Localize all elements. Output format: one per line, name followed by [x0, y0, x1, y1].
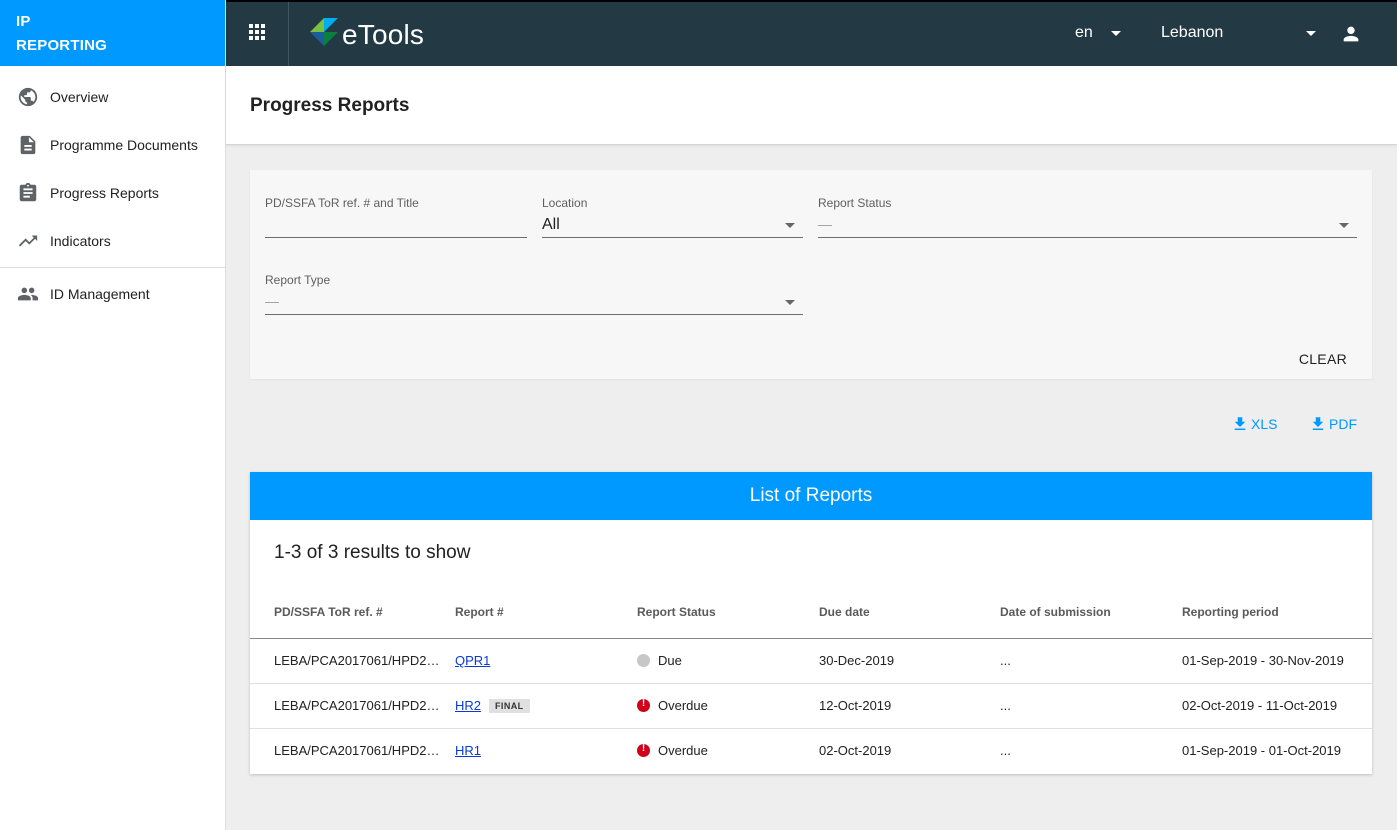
- cell-due-date: 30-Dec-2019: [819, 653, 895, 668]
- column-header-period[interactable]: Reporting period: [1182, 605, 1279, 619]
- report-link[interactable]: HR2: [455, 698, 481, 713]
- ref-title-filter-label: PD/SSFA ToR ref. # and Title: [265, 196, 419, 210]
- cell-status: Overdue: [637, 743, 708, 758]
- cell-status: Overdue: [637, 698, 708, 713]
- apps-menu-button[interactable]: [226, 2, 289, 66]
- location-filter-value: All: [542, 216, 560, 233]
- reports-card-heading: List of Reports: [250, 472, 1372, 520]
- report-link[interactable]: QPR1: [455, 653, 490, 668]
- sidebar-item-label: Indicators: [50, 233, 111, 249]
- app-name: eTools: [342, 18, 425, 50]
- country-value: Lebanon: [1161, 24, 1224, 41]
- account-icon: [1340, 26, 1362, 49]
- table-row: LEBA/PCA2017061/HPD2… QPR1 Due 30-Dec-20…: [250, 639, 1372, 684]
- location-filter-label: Location: [542, 196, 588, 210]
- globe-icon: [17, 86, 39, 108]
- country-dropdown[interactable]: Lebanon: [1161, 24, 1316, 42]
- report-type-filter-label: Report Type: [265, 273, 331, 287]
- sidebar-nav: Overview Programme Documents Progress Re…: [0, 66, 225, 318]
- cell-ref: LEBA/PCA2017061/HPD2…: [274, 743, 440, 758]
- sidebar: IP REPORTING Overview Programme Document…: [0, 0, 226, 830]
- column-header-submission[interactable]: Date of submission: [1000, 605, 1111, 619]
- top-app-bar: eTools en Lebanon: [226, 0, 1397, 66]
- column-header-due-date[interactable]: Due date: [819, 605, 870, 619]
- cell-due-date: 12-Oct-2019: [819, 698, 892, 713]
- language-value: en: [1075, 24, 1093, 41]
- page-header: Progress Reports: [226, 66, 1397, 145]
- app-brand[interactable]: IP REPORTING: [0, 0, 225, 66]
- chevron-down-icon: [1339, 223, 1349, 228]
- cell-period: 02-Oct-2019 - 11-Oct-2019: [1182, 698, 1338, 713]
- cell-status: Due: [637, 653, 682, 668]
- table-header: PD/SSFA ToR ref. # Report # Report Statu…: [250, 590, 1372, 639]
- sidebar-item-label: ID Management: [50, 286, 150, 302]
- final-badge: FINAL: [489, 699, 530, 713]
- report-type-filter-value: —: [265, 293, 279, 309]
- cell-period: 01-Sep-2019 - 01-Oct-2019: [1182, 743, 1341, 758]
- cell-due-date: 02-Oct-2019: [819, 743, 892, 758]
- brand-line-1: IP: [16, 13, 31, 30]
- document-icon: [17, 134, 39, 156]
- export-xls-button[interactable]: XLS: [1231, 415, 1277, 433]
- status-overdue-icon: [637, 698, 650, 712]
- report-status-filter-value: —: [818, 216, 832, 232]
- page-title: Progress Reports: [250, 95, 410, 116]
- table-row: LEBA/PCA2017061/HPD2… HR2 FINAL Overdue 1…: [250, 684, 1372, 729]
- reports-card: List of Reports 1-3 of 3 results to show…: [250, 472, 1372, 774]
- export-pdf-label: PDF: [1329, 416, 1357, 432]
- sidebar-item-progress-reports[interactable]: Progress Reports: [0, 169, 225, 217]
- cell-submission: ...: [1000, 743, 1011, 758]
- clear-filters-button[interactable]: CLEAR: [1299, 351, 1347, 367]
- etools-logo[interactable]: eTools: [308, 16, 424, 53]
- chevron-down-icon: [1306, 30, 1316, 36]
- etools-logo-icon: [308, 16, 340, 53]
- chevron-down-icon: [785, 300, 795, 305]
- sidebar-item-id-management[interactable]: ID Management: [0, 270, 225, 318]
- filters-panel: PD/SSFA ToR ref. # and Title Location Al…: [250, 170, 1372, 379]
- export-pdf-button[interactable]: PDF: [1309, 415, 1357, 433]
- ref-title-filter[interactable]: PD/SSFA ToR ref. # and Title: [265, 196, 527, 238]
- report-status-filter-label: Report Status: [818, 196, 892, 210]
- status-text: Due: [658, 653, 682, 668]
- download-icon: [1234, 417, 1246, 430]
- cell-submission: ...: [1000, 698, 1011, 713]
- cell-ref: LEBA/PCA2017061/HPD2…: [274, 698, 440, 713]
- chevron-down-icon: [785, 223, 795, 228]
- status-overdue-icon: [637, 743, 650, 757]
- report-link[interactable]: HR1: [455, 743, 481, 758]
- brand-line-2: REPORTING: [16, 37, 107, 54]
- cell-period: 01-Sep-2019 - 30-Nov-2019: [1182, 653, 1344, 668]
- account-button[interactable]: [1340, 23, 1362, 50]
- sidebar-item-label: Overview: [50, 89, 109, 105]
- apps-grid-icon: [248, 23, 266, 46]
- trending-up-icon: [17, 230, 39, 252]
- column-header-ref[interactable]: PD/SSFA ToR ref. #: [274, 605, 383, 619]
- export-xls-label: XLS: [1251, 416, 1278, 432]
- people-icon: [17, 283, 39, 305]
- sidebar-item-indicators[interactable]: Indicators: [0, 217, 225, 265]
- report-type-filter[interactable]: Report Type —: [265, 273, 803, 315]
- sidebar-item-programme-documents[interactable]: Programme Documents: [0, 121, 225, 169]
- report-status-filter[interactable]: Report Status —: [818, 196, 1357, 238]
- location-filter[interactable]: Location All: [542, 196, 803, 238]
- language-dropdown[interactable]: en: [1075, 24, 1121, 42]
- status-due-icon: [637, 654, 650, 667]
- download-icon: [1312, 417, 1324, 430]
- results-count: 1-3 of 3 results to show: [274, 542, 471, 563]
- status-text: Overdue: [658, 743, 708, 758]
- sidebar-item-label: Programme Documents: [50, 137, 198, 153]
- clipboard-icon: [17, 182, 39, 204]
- table-row: LEBA/PCA2017061/HPD2… HR1 Overdue 02-Oct…: [250, 729, 1372, 774]
- cell-ref: LEBA/PCA2017061/HPD2…: [274, 653, 440, 668]
- sidebar-divider: [0, 267, 225, 268]
- chevron-down-icon: [1110, 30, 1121, 36]
- status-text: Overdue: [658, 698, 708, 713]
- sidebar-item-overview[interactable]: Overview: [0, 73, 225, 121]
- cell-submission: ...: [1000, 653, 1011, 668]
- sidebar-item-label: Progress Reports: [50, 185, 159, 201]
- column-header-status[interactable]: Report Status: [637, 605, 716, 619]
- column-header-report[interactable]: Report #: [455, 605, 504, 619]
